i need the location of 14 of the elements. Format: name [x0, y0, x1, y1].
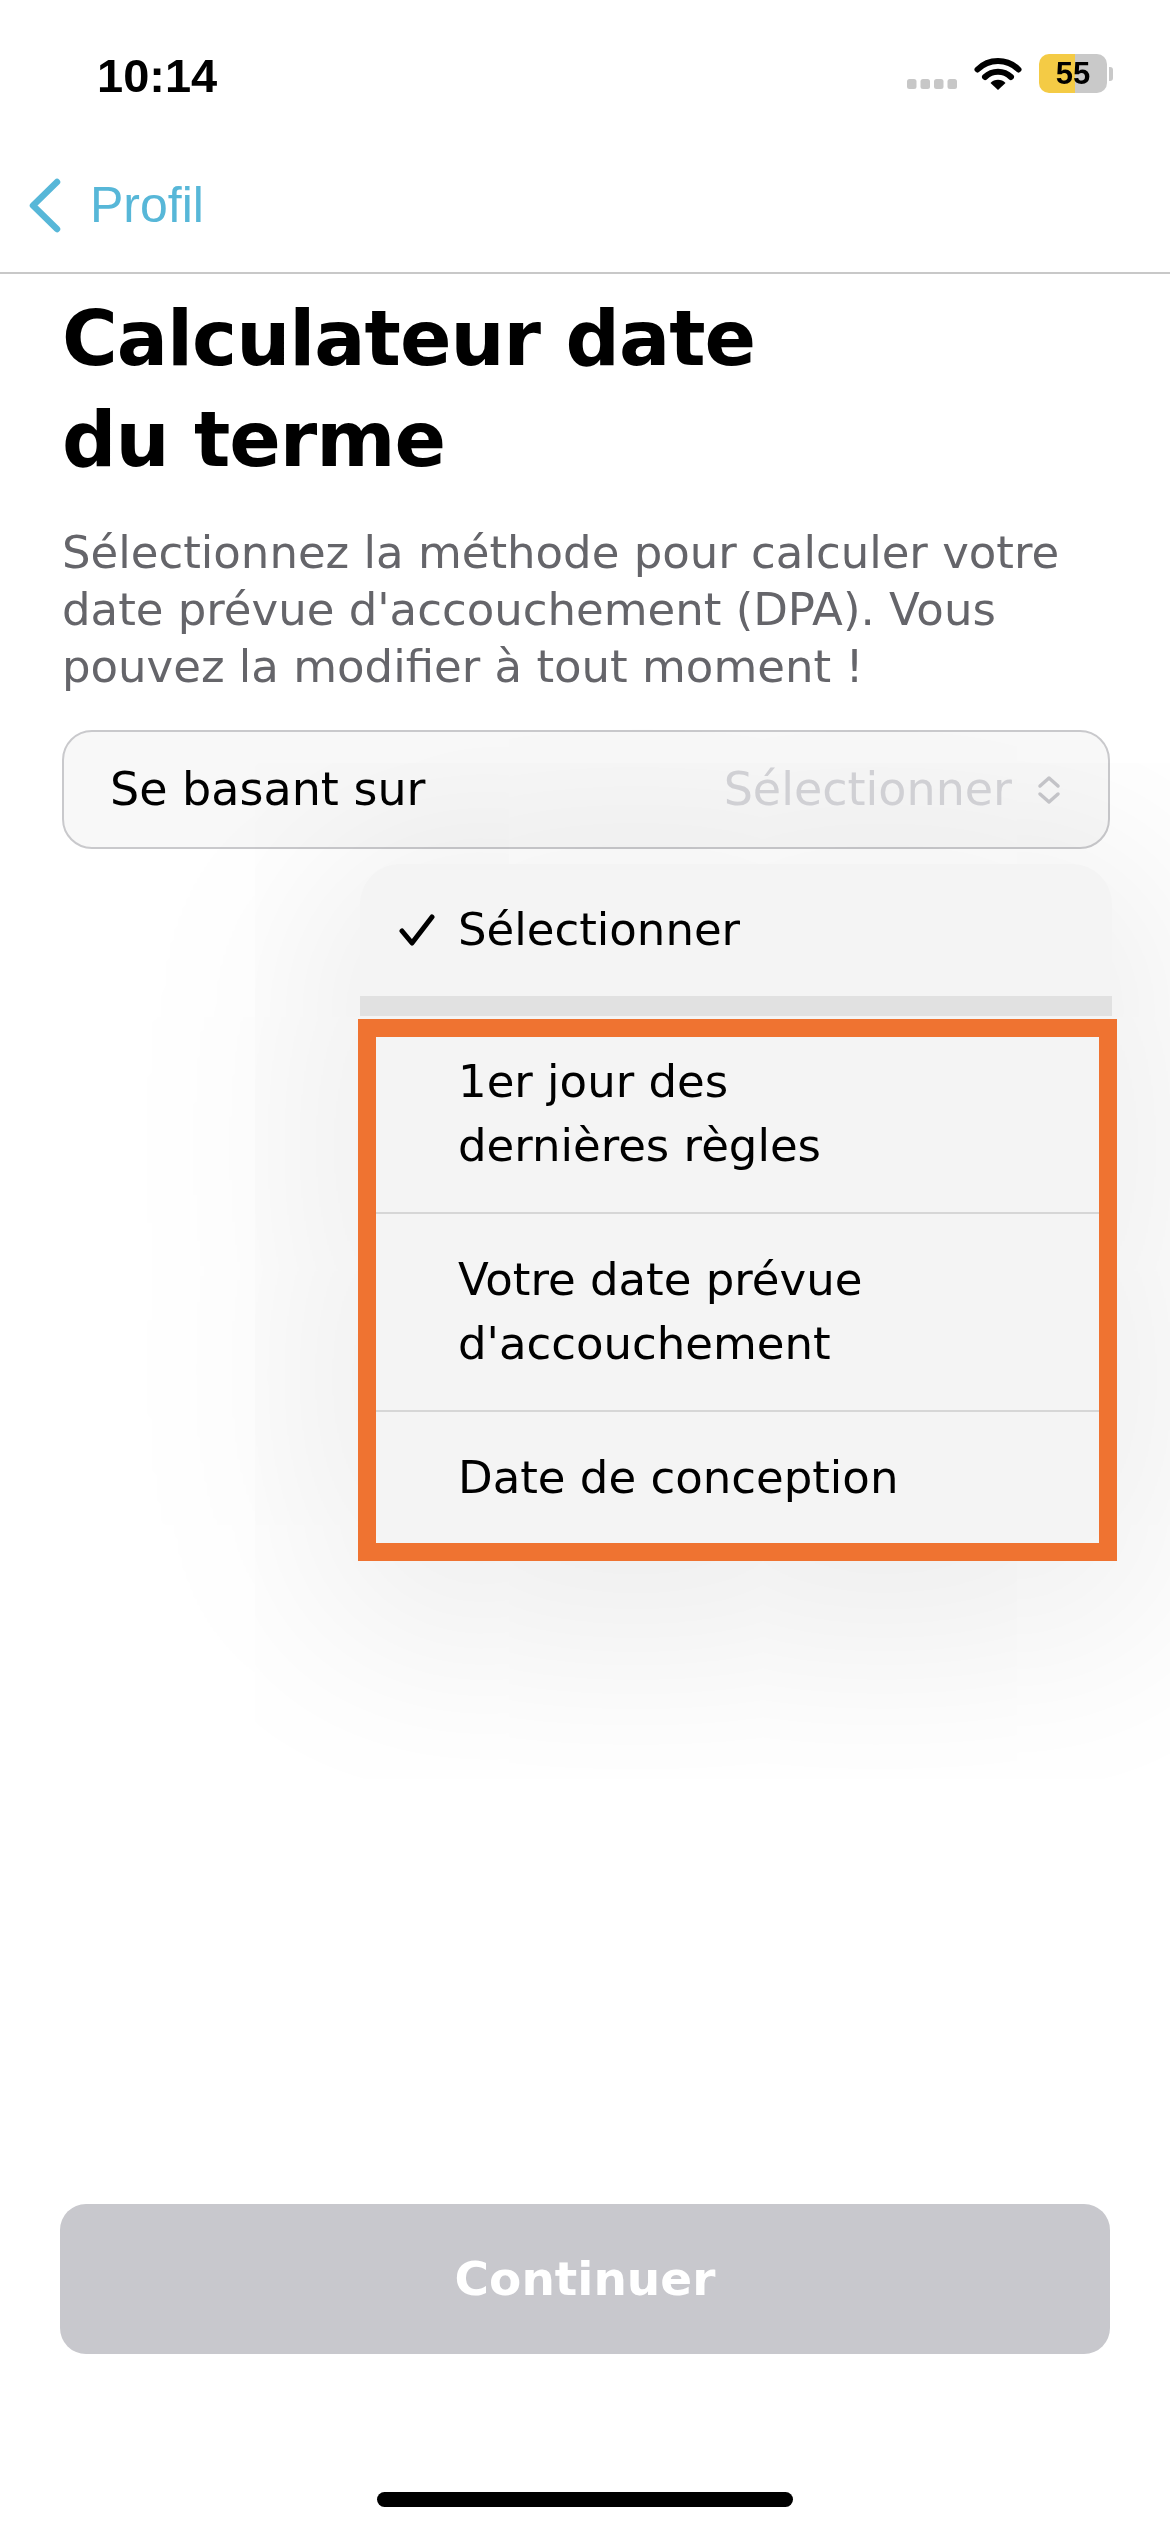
checkmark-icon — [399, 913, 435, 947]
status-time: 10:14 — [97, 52, 218, 99]
menu-item[interactable]: 1er jour des dernières règles — [360, 1016, 1112, 1212]
page-title: Calculateur date du terme — [62, 293, 757, 486]
back-chevron-icon — [28, 178, 61, 233]
menu-item[interactable]: Votre date prévue d'accouchement — [360, 1212, 1112, 1410]
chevron-updown-icon — [1036, 774, 1062, 805]
field-label: Se basant sur — [110, 761, 426, 818]
description-text: Sélectionnez la méthode pour calculer votre date prévue d'accouchement (DPA). Vous pouvez la modifier à tout moment ! — [62, 525, 1061, 695]
menu-item[interactable]: Sélectionner — [360, 864, 1112, 996]
signal-icon — [907, 78, 957, 89]
battery-indicator: 55 — [1039, 54, 1107, 93]
wifi-icon — [974, 56, 1022, 91]
menu-item[interactable]: Date de conception — [360, 1410, 1112, 1544]
